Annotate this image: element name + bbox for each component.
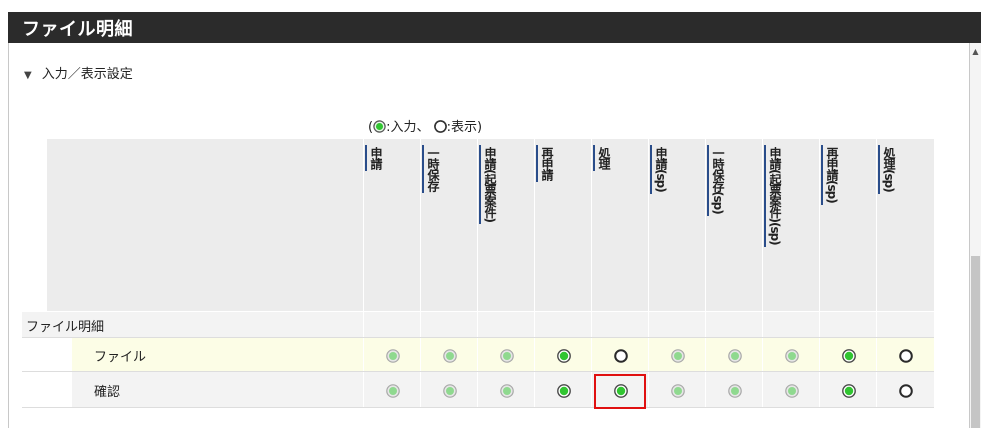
table-cell [420,312,478,337]
input-radio-icon[interactable] [442,383,457,398]
column-header-label: 再申請 [540,147,554,180]
column-header-label: 申請(起票案件)(sp) [768,147,782,245]
table-cell [648,312,706,337]
column-header-2: 一時保存 [420,139,477,311]
table-cell [477,372,535,407]
column-header-3: 申請(起票案件) [477,139,534,311]
page-title: ファイル明細 [22,19,133,40]
input-radio-icon[interactable] [784,383,799,398]
table-cell [876,312,934,337]
input-radio-icon[interactable] [670,348,685,363]
input-radio-icon[interactable] [499,348,514,363]
legend: (:入力、 :表示) [368,120,483,135]
table-row-confirm: 確認 [22,372,934,408]
column-header-7: 一時保存(sp) [705,139,762,311]
legend-display-radio-icon [433,120,447,133]
legend-input-radio-icon [373,120,386,133]
input-radio-icon[interactable] [385,348,400,363]
table-cell [762,312,820,337]
column-header-label: 一時保存 [426,147,440,191]
column-header-label: 申請 [369,147,383,169]
display-radio-icon[interactable] [898,348,913,363]
input-radio-icon[interactable] [556,383,571,398]
table-cell [477,338,535,371]
table-cell [705,338,763,371]
column-header-label: 申請(sp) [654,147,668,192]
input-radio-icon[interactable] [727,348,742,363]
input-radio-icon[interactable] [670,383,685,398]
input-radio-icon[interactable] [841,348,856,363]
input-radio-icon[interactable] [784,348,799,363]
selected-cell-highlight [594,374,646,409]
table-cell [534,338,592,371]
table-cell [876,372,934,407]
column-header-label: 申請(起票案件) [483,147,497,222]
column-header-label: 再申請(sp) [825,147,839,203]
table-cell [534,312,592,337]
table-cell [363,312,421,337]
table-row-file: ファイル [22,338,934,372]
column-header-label: 処理(sp) [882,147,896,192]
table-cell [591,338,649,371]
section-toggle-input-display[interactable]: ▼ 入力／表示設定 [24,63,133,82]
section-title: 入力／表示設定 [41,67,133,82]
column-header-label: 処理 [597,147,611,169]
column-header-4: 再申請 [534,139,591,311]
table-cell [363,338,421,371]
column-header-6: 申請(sp) [648,139,705,311]
table-cell [705,312,763,337]
row-file-label: ファイル [94,350,147,365]
display-radio-icon[interactable] [613,348,628,363]
table-cell [591,312,649,337]
table-cell [648,372,706,407]
scrollbar-thumb[interactable] [971,256,980,428]
table-row-group: ファイル明細 [22,312,934,338]
display-radio-icon[interactable] [898,383,913,398]
table-cell [819,312,877,337]
table-cell [420,372,478,407]
table-cell [705,372,763,407]
table-cell [534,372,592,407]
column-header-10: 処理(sp) [876,139,933,311]
table-cell [363,372,421,407]
input-radio-icon[interactable] [727,383,742,398]
scroll-up-arrow-icon[interactable]: ▲ [970,47,981,57]
table-cell [876,338,934,371]
column-header-5: 処理 [591,139,648,311]
input-radio-icon[interactable] [556,348,571,363]
row-confirm-label: 確認 [94,385,121,400]
table-cell [762,338,820,371]
row-group-label: ファイル明細 [26,320,105,335]
column-header-8: 申請(起票案件)(sp) [762,139,819,311]
table-cell [819,338,877,371]
table-cell [420,338,478,371]
column-header-label: 一時保存(sp) [711,147,725,214]
page-header: ファイル明細 [8,12,981,43]
vertical-scrollbar[interactable]: ▲ [970,43,981,428]
input-radio-icon[interactable] [442,348,457,363]
table-cell [819,372,877,407]
input-radio-icon[interactable] [841,383,856,398]
table-cell [762,372,820,407]
legend-input-label: :入力、 [386,120,430,135]
legend-display-label: :表示) [446,120,483,135]
table-cell [477,312,535,337]
table-cell [648,338,706,371]
column-header-9: 再申請(sp) [819,139,876,311]
caret-down-icon: ▼ [24,70,32,81]
input-radio-icon[interactable] [385,383,400,398]
column-header-1: 申請 [363,139,420,311]
input-radio-icon[interactable] [499,383,514,398]
